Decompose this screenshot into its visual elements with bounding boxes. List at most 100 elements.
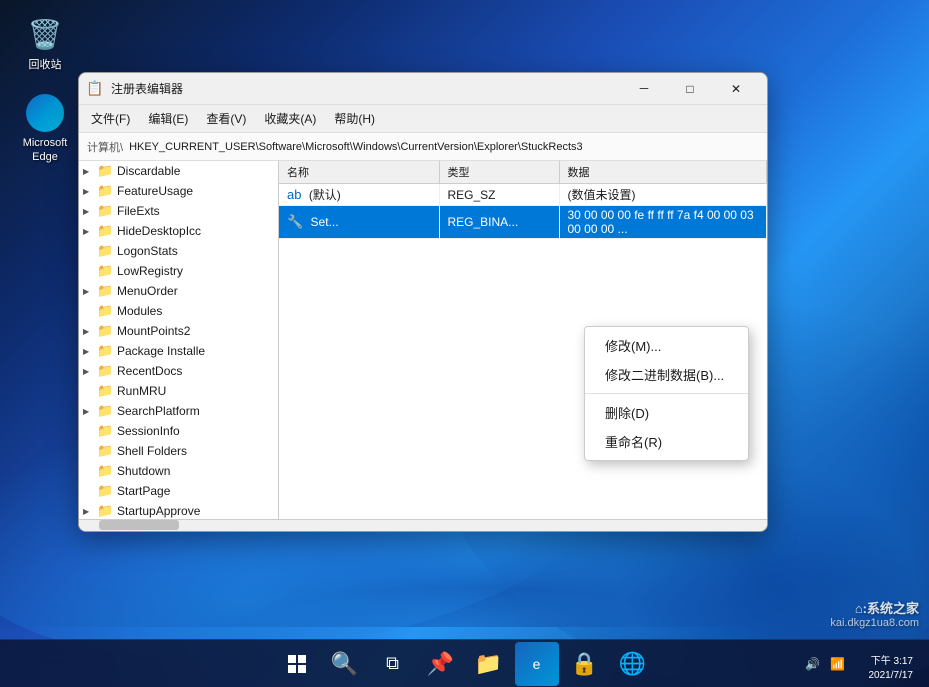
address-label: 计算机\ bbox=[87, 139, 123, 155]
tree-item-shellfolders[interactable]: 📁 Shell Folders bbox=[79, 441, 278, 461]
tree-item-sessioninfo[interactable]: 📁 SessionInfo bbox=[79, 421, 278, 441]
tree-label: Discardable bbox=[117, 164, 180, 178]
table-row[interactable]: ab (默认) REG_SZ (数值未设置) bbox=[279, 184, 767, 206]
right-panel: 名称 类型 数据 ab (默认) REG_SZ bbox=[279, 161, 767, 519]
tree-label: Shell Folders bbox=[117, 444, 187, 458]
tree-item-hidedesktopice[interactable]: ▶ 📁 HideDesktopIcc bbox=[79, 221, 278, 241]
taskbar-search-button[interactable]: 🔍 bbox=[323, 642, 367, 686]
expand-icon: ▶ bbox=[83, 327, 97, 336]
tree-item-recentdocs[interactable]: ▶ 📁 RecentDocs bbox=[79, 361, 278, 381]
registry-table: 名称 类型 数据 ab (默认) REG_SZ bbox=[279, 161, 767, 239]
reg-data-cell: 30 00 00 00 fe ff ff ff 7a f4 00 00 03 0… bbox=[559, 206, 767, 239]
tree-item-packageinstall[interactable]: ▶ 📁 Package Installe bbox=[79, 341, 278, 361]
tree-label: StartupApprove bbox=[117, 504, 200, 518]
col-type-header: 类型 bbox=[439, 161, 559, 184]
tree-item-shutdown[interactable]: 📁 Shutdown bbox=[79, 461, 278, 481]
title-bar-text: 注册表编辑器 bbox=[111, 80, 621, 97]
taskbar-date-text: 2021/7/17 bbox=[869, 669, 914, 683]
tree-item-menuorder[interactable]: ▶ 📁 MenuOrder bbox=[79, 281, 278, 301]
tree-item-searchplatform[interactable]: ▶ 📁 SearchPlatform bbox=[79, 401, 278, 421]
horizontal-scrollbar[interactable] bbox=[79, 519, 767, 531]
menu-file[interactable]: 文件(F) bbox=[83, 108, 138, 129]
tree-label: Package Installe bbox=[117, 344, 205, 358]
tree-item-fileexts[interactable]: ▶ 📁 FileExts bbox=[79, 201, 278, 221]
menu-view[interactable]: 查看(V) bbox=[198, 108, 254, 129]
menu-edit[interactable]: 编辑(E) bbox=[140, 108, 196, 129]
tree-item-discardable[interactable]: ▶ 📁 Discardable bbox=[79, 161, 278, 181]
taskbar-start-button[interactable] bbox=[275, 642, 319, 686]
expand-icon: ▶ bbox=[83, 507, 97, 516]
ctx-separator bbox=[585, 393, 748, 394]
tree-item-modules[interactable]: 📁 Modules bbox=[79, 301, 278, 321]
maximize-button[interactable]: □ bbox=[667, 73, 713, 105]
folder-icon: 📁 bbox=[97, 283, 113, 299]
menu-bar: 文件(F) 编辑(E) 查看(V) 收藏夹(A) 帮助(H) bbox=[79, 105, 767, 133]
ctx-modify[interactable]: 修改(M)... bbox=[585, 331, 748, 360]
ctx-rename[interactable]: 重命名(R) bbox=[585, 427, 748, 456]
taskbar-taskview-button[interactable]: ⧉ bbox=[371, 642, 415, 686]
recycle-bin-icon[interactable]: 🗑️ 回收站 bbox=[10, 10, 80, 76]
tree-label: FeatureUsage bbox=[117, 184, 193, 198]
table-row-selected[interactable]: 🔧 Set... REG_BINA... 30 00 00 00 fe ff f… bbox=[279, 206, 767, 239]
title-bar: 📋 注册表编辑器 － □ ✕ bbox=[79, 73, 767, 105]
folder-icon: 📁 bbox=[97, 423, 113, 439]
expand-icon: ▶ bbox=[83, 367, 97, 376]
taskbar-sys-tray: 🔊 📶 bbox=[801, 655, 849, 673]
edge-image bbox=[26, 94, 64, 132]
folder-icon: 📁 bbox=[97, 303, 113, 319]
ctx-modify-binary[interactable]: 修改二进制数据(B)... bbox=[585, 360, 748, 389]
tree-item-logonstats[interactable]: 📁 LogonStats bbox=[79, 241, 278, 261]
tree-label: FileExts bbox=[117, 204, 160, 218]
address-path: HKEY_CURRENT_USER\Software\Microsoft\Win… bbox=[129, 141, 583, 153]
tree-label: StartPage bbox=[117, 484, 170, 498]
edge-desktop-icon[interactable]: MicrosoftEdge bbox=[10, 90, 80, 169]
col-name-header: 名称 bbox=[279, 161, 439, 184]
close-button[interactable]: ✕ bbox=[713, 73, 759, 105]
tree-item-runmru[interactable]: 📁 RunMRU bbox=[79, 381, 278, 401]
taskbar-explorer[interactable]: 📁 bbox=[467, 642, 511, 686]
content-area: ▶ 📁 Discardable ▶ 📁 FeatureUsage ▶ 📁 Fil… bbox=[79, 161, 767, 519]
minimize-button[interactable]: － bbox=[621, 73, 667, 105]
taskbar-network-icon: 🔊 bbox=[801, 655, 824, 673]
taskbar-time[interactable]: 下午 3:17 2021/7/17 bbox=[869, 655, 914, 683]
folder-icon: 📁 bbox=[97, 463, 113, 479]
registry-editor-window: 📋 注册表编辑器 － □ ✕ 文件(F) 编辑(E) 查看(V) 收藏夹(A) … bbox=[78, 72, 768, 532]
taskbar-network[interactable]: 🌐 bbox=[611, 642, 655, 686]
expand-icon: ▶ bbox=[83, 227, 97, 236]
folder-icon: 📁 bbox=[97, 443, 113, 459]
tree-item-featureusage[interactable]: ▶ 📁 FeatureUsage bbox=[79, 181, 278, 201]
recycle-bin-label: 回收站 bbox=[29, 58, 62, 72]
taskbar-edge[interactable]: e bbox=[515, 642, 559, 686]
taskbar-security[interactable]: 🔒 bbox=[563, 642, 607, 686]
reg-name-text: (默认) bbox=[309, 188, 341, 202]
expand-icon: ▶ bbox=[83, 347, 97, 356]
taskbar: 🔍 ⧉ 📌 📁 e 🔒 🌐 🔊 📶 下午 3:17 2021/7/17 bbox=[0, 639, 929, 687]
tree-item-startpage[interactable]: 📁 StartPage bbox=[79, 481, 278, 501]
folder-icon: 📁 bbox=[97, 363, 113, 379]
tree-label: SearchPlatform bbox=[117, 404, 200, 418]
taskbar-pin1[interactable]: 📌 bbox=[419, 642, 463, 686]
folder-icon: 📁 bbox=[97, 383, 113, 399]
tree-item-startupapprove[interactable]: ▶ 📁 StartupApprove bbox=[79, 501, 278, 519]
menu-favorites[interactable]: 收藏夹(A) bbox=[256, 108, 324, 129]
tree-item-mountpoints2[interactable]: ▶ 📁 MountPoints2 bbox=[79, 321, 278, 341]
menu-help[interactable]: 帮助(H) bbox=[326, 108, 383, 129]
folder-icon: 📁 bbox=[97, 263, 113, 279]
folder-icon: 📁 bbox=[97, 503, 113, 519]
reg-name-cell: ab (默认) bbox=[279, 184, 439, 206]
folder-icon: 📁 bbox=[97, 483, 113, 499]
tree-label: HideDesktopIcc bbox=[117, 224, 201, 238]
tree-label: LowRegistry bbox=[117, 264, 183, 278]
expand-icon: ▶ bbox=[83, 287, 97, 296]
tree-panel[interactable]: ▶ 📁 Discardable ▶ 📁 FeatureUsage ▶ 📁 Fil… bbox=[79, 161, 279, 519]
tree-label: RecentDocs bbox=[117, 364, 182, 378]
expand-icon: ▶ bbox=[83, 167, 97, 176]
folder-icon: 📁 bbox=[97, 223, 113, 239]
tree-label: RunMRU bbox=[117, 384, 166, 398]
watermark: ⌂:系统之家 kai.dkgz1ua8.com bbox=[830, 598, 919, 629]
ctx-delete[interactable]: 删除(D) bbox=[585, 398, 748, 427]
tree-label: MenuOrder bbox=[117, 284, 178, 298]
tree-item-lowregistry[interactable]: 📁 LowRegistry bbox=[79, 261, 278, 281]
folder-icon: 📁 bbox=[97, 183, 113, 199]
reg-name-text: Set... bbox=[311, 215, 339, 229]
